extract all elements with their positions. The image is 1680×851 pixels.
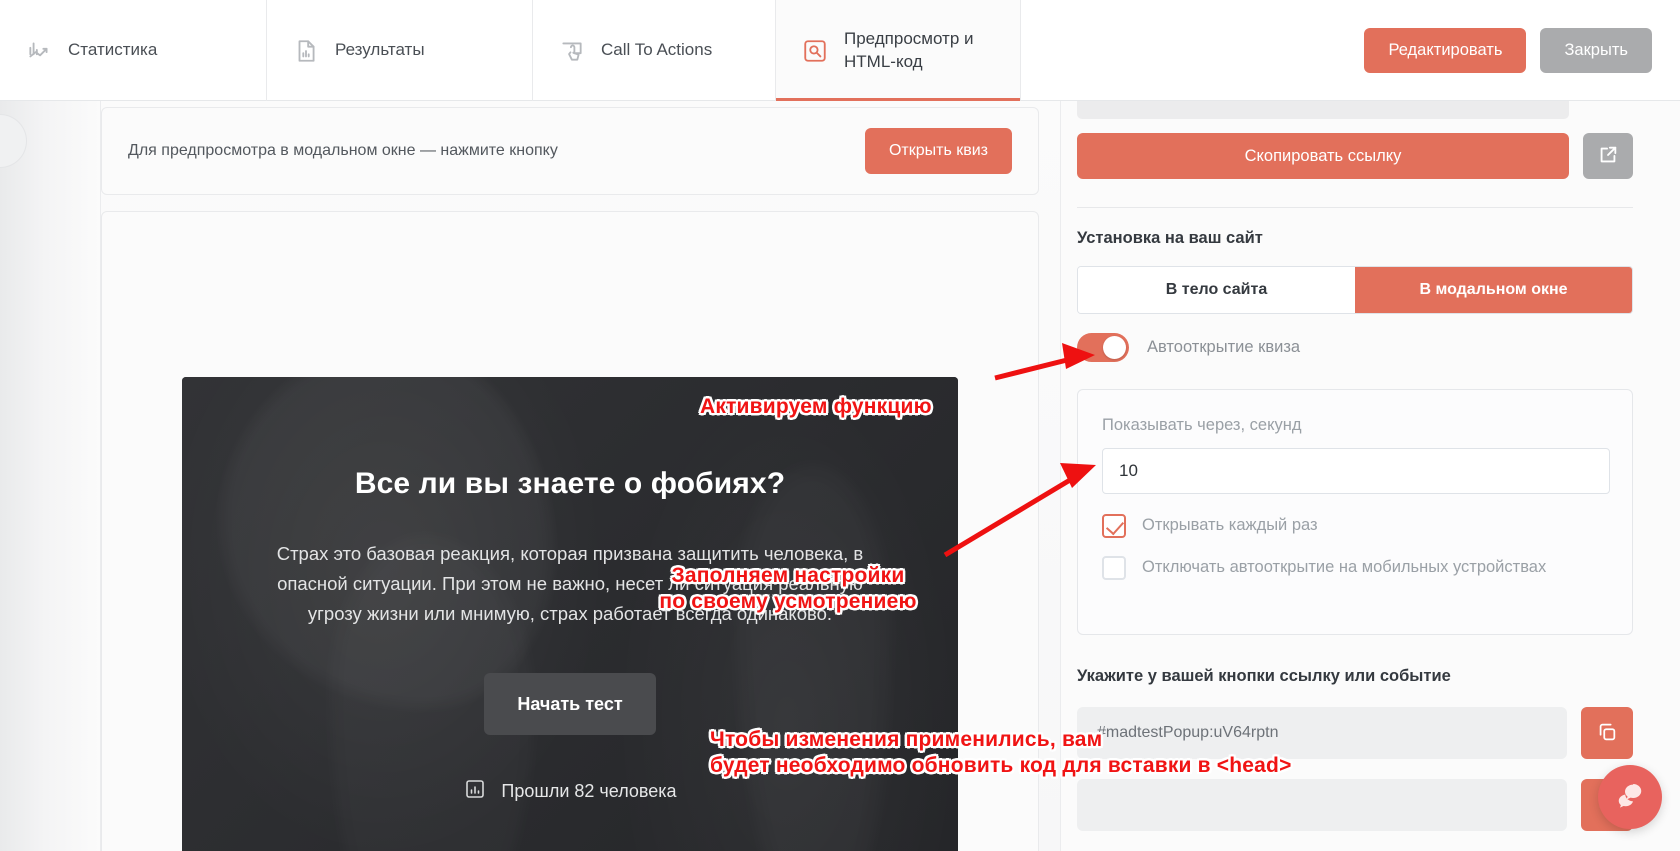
open-quiz-button[interactable]: Открыть квиз bbox=[864, 128, 1012, 174]
tap-click-icon bbox=[559, 38, 585, 64]
bar-chart-icon bbox=[463, 777, 487, 806]
code-snippet-field-2[interactable] bbox=[1077, 779, 1567, 831]
tab-list: Статистика Результаты Call To Actions Пр… bbox=[0, 0, 1020, 101]
settings-panel: Скопировать ссылку Установка на ваш сайт… bbox=[1060, 101, 1680, 851]
autoopen-toggle-row: Автооткрытие квиза bbox=[1077, 333, 1300, 362]
chat-bubble-icon bbox=[1615, 780, 1645, 815]
autoopen-toggle[interactable] bbox=[1077, 333, 1129, 362]
tab-preview-and-html-label: Предпросмотр и HTML-код bbox=[844, 28, 974, 71]
checkbox-disable-on-mobile[interactable]: Отключать автооткрытие на мобильных устр… bbox=[1102, 556, 1602, 580]
topbar-actions: Редактировать Закрыть bbox=[1364, 28, 1652, 73]
external-link-icon bbox=[1597, 144, 1619, 169]
checkbox-disable-on-mobile-label: Отключать автооткрытие на мобильных устр… bbox=[1142, 558, 1547, 576]
tab-results[interactable]: Результаты bbox=[267, 0, 532, 101]
checkbox-checked-icon bbox=[1102, 514, 1126, 538]
checkbox-unchecked-icon bbox=[1102, 556, 1126, 580]
segment-modal-window[interactable]: В модальном окне bbox=[1355, 267, 1632, 313]
panel-top-placeholder bbox=[1077, 101, 1569, 119]
copy-link-button[interactable]: Скопировать ссылку bbox=[1077, 133, 1569, 179]
panel-divider bbox=[1077, 207, 1633, 208]
quiz-subtitle: Страх это базовая реакция, которая призв… bbox=[276, 543, 864, 624]
quiz-content: Все ли вы знаете о фобиях? Страх это баз… bbox=[182, 377, 958, 851]
close-button[interactable]: Закрыть bbox=[1540, 28, 1652, 73]
chart-line-icon bbox=[26, 38, 52, 64]
copy-icon bbox=[1596, 721, 1618, 746]
preview-column: Для предпросмотра в модальном окне — наж… bbox=[100, 101, 1060, 851]
modal-preview-notice-text: Для предпросмотра в модальном окне — наж… bbox=[128, 142, 558, 159]
button-link-heading: Укажите у вашей кнопки ссылку или событи… bbox=[1077, 667, 1451, 685]
autoopen-settings-card: Показывать через, секунд Открывать кажды… bbox=[1077, 389, 1633, 635]
checkbox-open-every-time-label: Открывать каждый раз bbox=[1142, 516, 1318, 534]
edit-button[interactable]: Редактировать bbox=[1364, 28, 1527, 73]
magnifier-code-icon bbox=[802, 38, 828, 64]
open-external-button[interactable] bbox=[1583, 133, 1633, 179]
tab-call-to-actions-label: Call To Actions bbox=[601, 40, 713, 60]
left-rail bbox=[0, 101, 100, 851]
quiz-passed-count: Прошли 82 человека bbox=[182, 777, 958, 806]
quiz-start-button[interactable]: Начать тест bbox=[484, 672, 656, 735]
quiz-passed-count-label: Прошли 82 человека bbox=[501, 780, 677, 801]
tab-preview-and-html[interactable]: Предпросмотр и HTML-код bbox=[776, 0, 1020, 101]
code-snippet-field-1[interactable]: #madtestPopup:uV64rptn bbox=[1077, 707, 1567, 759]
document-chart-icon bbox=[293, 38, 319, 64]
quiz-stage: Все ли вы знаете о фобиях? Страх это баз… bbox=[182, 377, 958, 851]
tab-results-label: Результаты bbox=[335, 40, 425, 60]
rail-circle-decoration bbox=[0, 115, 26, 167]
top-navigation-bar: Статистика Результаты Call To Actions Пр… bbox=[0, 0, 1680, 101]
checkbox-open-every-time[interactable]: Открывать каждый раз bbox=[1102, 514, 1318, 538]
tab-statistics[interactable]: Статистика bbox=[0, 0, 266, 101]
code-snippet-row-2 bbox=[1077, 779, 1633, 831]
toggle-knob bbox=[1103, 336, 1126, 359]
delay-label: Показывать через, секунд bbox=[1102, 416, 1302, 434]
autoopen-toggle-label: Автооткрытие квиза bbox=[1147, 338, 1301, 356]
tab-statistics-label: Статистика bbox=[68, 40, 158, 60]
quiz-title: Все ли вы знаете о фобиях? bbox=[354, 467, 786, 500]
modal-preview-notice: Для предпросмотра в модальном окне — наж… bbox=[101, 107, 1039, 195]
install-mode-segmented-control: В тело сайта В модальном окне bbox=[1077, 266, 1633, 314]
quiz-preview-card: Все ли вы знаете о фобиях? Страх это баз… bbox=[101, 211, 1039, 851]
segment-inline-body[interactable]: В тело сайта bbox=[1078, 267, 1355, 313]
delay-input[interactable] bbox=[1102, 448, 1610, 494]
app-root: Статистика Результаты Call To Actions Пр… bbox=[0, 0, 1680, 851]
chat-support-button[interactable] bbox=[1598, 765, 1662, 829]
copy-snippet-button-1[interactable] bbox=[1581, 707, 1633, 759]
install-heading: Установка на ваш сайт bbox=[1077, 229, 1263, 247]
copy-link-row: Скопировать ссылку bbox=[1077, 133, 1633, 179]
tab-call-to-actions[interactable]: Call To Actions bbox=[533, 0, 775, 101]
code-snippet-row-1: #madtestPopup:uV64rptn bbox=[1077, 707, 1633, 759]
